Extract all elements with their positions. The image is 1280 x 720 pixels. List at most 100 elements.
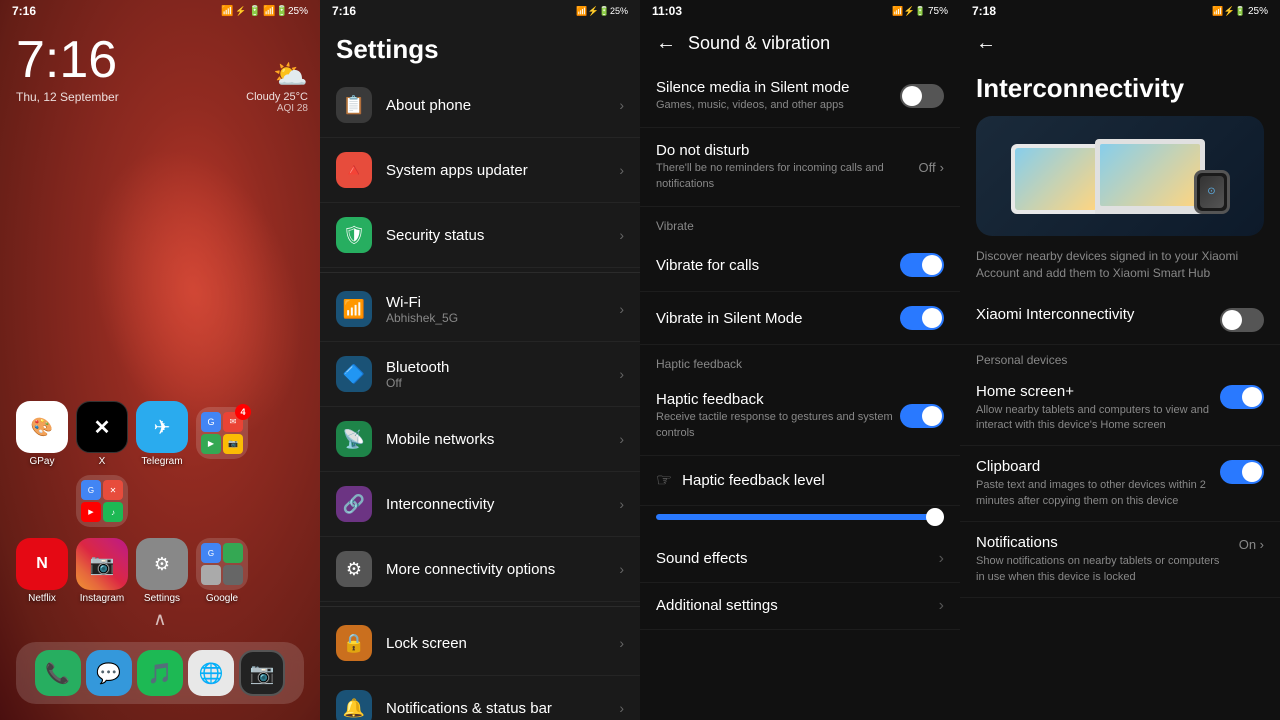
inter-item-homescreen-plus[interactable]: Home screen+ Allow nearby tablets and co…: [960, 371, 1280, 447]
inter-header: ←: [960, 22, 1280, 65]
vibrate-silent-toggle[interactable]: [900, 306, 944, 330]
settings-item-interconnectivity[interactable]: 🔗 Interconnectivity ›: [320, 472, 640, 537]
personal-devices-label: Personal devices: [960, 345, 1280, 371]
app-folder-google[interactable]: 4 G ✉ ▶ 📷: [196, 407, 248, 462]
dock-chrome[interactable]: 🌐: [188, 650, 234, 696]
weather-icon: ⛅: [246, 58, 308, 91]
sound-item-sound-effects[interactable]: Sound effects ›: [640, 536, 960, 583]
sound-effects-arrow: ›: [939, 550, 944, 568]
chevron-up-icon[interactable]: ∧: [153, 609, 166, 630]
sound-battery: 75%: [928, 6, 948, 17]
xiaomi-inter-toggle[interactable]: [1220, 308, 1264, 332]
homescreen-plus-toggle[interactable]: [1220, 385, 1264, 409]
system-apps-chevron: ›: [619, 162, 624, 178]
system-apps-icon: 🔺: [336, 152, 372, 188]
additional-text: Additional settings: [656, 597, 939, 614]
app-settings[interactable]: ⚙ Settings: [136, 538, 188, 604]
haptic-label: Haptic feedback: [656, 391, 900, 408]
app-gpay[interactable]: 🎨 GPay: [16, 401, 68, 467]
app-telegram[interactable]: ✈ Telegram: [136, 401, 188, 467]
vibrate-calls-label: Vibrate for calls: [656, 257, 900, 274]
settings-item-security[interactable]: 🛡 Security status ›: [320, 203, 640, 268]
haptic-level-icon: ☞: [656, 470, 672, 491]
app-row-2: G ✕ ▶ ♪: [76, 475, 304, 530]
sound-item-haptic-level: ☞ Haptic feedback level: [640, 456, 960, 506]
mobile-networks-icon: 📡: [336, 421, 372, 457]
wifi-value: Abhishek_5G: [386, 311, 619, 325]
haptic-slider[interactable]: [656, 514, 944, 520]
app-instagram-label: Instagram: [80, 593, 124, 604]
app-google-folder[interactable]: G Google: [196, 538, 248, 604]
vibrate-silent-text: Vibrate in Silent Mode: [656, 310, 900, 327]
mobile-networks-chevron: ›: [619, 431, 624, 447]
security-chevron: ›: [619, 227, 624, 243]
security-text: Security status: [386, 227, 619, 244]
haptic-slider-container[interactable]: [640, 506, 960, 536]
silence-media-toggle[interactable]: [900, 84, 944, 108]
clipboard-text: Clipboard Paste text and images to other…: [976, 458, 1212, 509]
bluetooth-icon: 🔷: [336, 356, 372, 392]
lock-screen-icon: 🔒: [336, 625, 372, 661]
app-telegram-label: Telegram: [141, 456, 182, 467]
sound-item-dnd[interactable]: Do not disturb There'll be no reminders …: [640, 128, 960, 207]
mobile-networks-label: Mobile networks: [386, 431, 619, 448]
app-grid: 🎨 GPay ✕ X ✈ Telegram 4 G ✉: [0, 393, 320, 620]
app-dock: 📞 💬 🎵 🌐 📷: [16, 642, 304, 704]
homescreen-plus-desc: Allow nearby tablets and computers to vi…: [976, 403, 1212, 434]
aqi-info: AQI 28: [246, 103, 308, 114]
inter-item-xiaomi[interactable]: Xiaomi Interconnectivity: [960, 294, 1280, 345]
dock-spotify[interactable]: 🎵: [137, 650, 183, 696]
settings-item-mobile-networks[interactable]: 📡 Mobile networks ›: [320, 407, 640, 472]
sound-item-additional[interactable]: Additional settings ›: [640, 583, 960, 630]
settings-status-time: 7:16: [332, 4, 356, 18]
sound-effects-label: Sound effects: [656, 550, 939, 567]
inter-item-clipboard[interactable]: Clipboard Paste text and images to other…: [960, 446, 1280, 522]
about-phone-text: About phone: [386, 97, 619, 114]
clipboard-label: Clipboard: [976, 458, 1212, 475]
app-netflix[interactable]: N Netflix: [16, 538, 68, 604]
app-instagram[interactable]: 📷 Instagram: [76, 538, 128, 604]
haptic-desc: Receive tactile response to gestures and…: [656, 410, 900, 441]
dock-phone[interactable]: 📞: [35, 650, 81, 696]
app-settings-label: Settings: [144, 593, 180, 604]
sound-item-haptic[interactable]: Haptic feedback Receive tactile response…: [640, 377, 960, 456]
dock-camera[interactable]: 📷: [239, 650, 285, 696]
inter-notifications-text: Notifications Show notifications on near…: [976, 534, 1231, 585]
settings-panel: 7:16 📶⚡🔋25% Settings 📋 About phone › 🔺 S…: [320, 0, 640, 720]
additional-label: Additional settings: [656, 597, 939, 614]
sound-status-time: 11:03: [652, 4, 682, 18]
sound-item-vibrate-silent[interactable]: Vibrate in Silent Mode: [640, 292, 960, 345]
settings-item-about-phone[interactable]: 📋 About phone ›: [320, 73, 640, 138]
sound-item-vibrate-calls[interactable]: Vibrate for calls: [640, 239, 960, 292]
haptic-toggle[interactable]: [900, 404, 944, 428]
silence-media-text: Silence media in Silent mode Games, musi…: [656, 79, 900, 113]
sound-back-button[interactable]: ←: [656, 32, 676, 55]
sound-panel-title: Sound & vibration: [688, 33, 830, 54]
app-folder2[interactable]: G ✕ ▶ ♪: [76, 475, 128, 530]
security-label: Security status: [386, 227, 619, 244]
laptop-screen: [1100, 144, 1200, 206]
more-connectivity-text: More connectivity options: [386, 561, 619, 578]
settings-item-bluetooth[interactable]: 🔷 Bluetooth Off ›: [320, 342, 640, 407]
settings-item-more-connectivity[interactable]: ⚙ More connectivity options ›: [320, 537, 640, 602]
settings-item-lock-screen[interactable]: 🔒 Lock screen ›: [320, 611, 640, 676]
settings-item-notifications[interactable]: 🔔 Notifications & status bar ›: [320, 676, 640, 720]
clipboard-toggle[interactable]: [1220, 460, 1264, 484]
settings-item-system-apps[interactable]: 🔺 System apps updater ›: [320, 138, 640, 203]
settings-item-wifi[interactable]: 📶 Wi-Fi Abhishek_5G ›: [320, 277, 640, 342]
haptic-text: Haptic feedback Receive tactile response…: [656, 391, 900, 441]
inter-list: Xiaomi Interconnectivity Personal device…: [960, 294, 1280, 720]
dnd-label: Do not disturb: [656, 142, 919, 159]
inter-back-button[interactable]: ←: [976, 32, 996, 55]
sound-item-silence-media[interactable]: Silence media in Silent mode Games, musi…: [640, 65, 960, 128]
about-phone-label: About phone: [386, 97, 619, 114]
app-x[interactable]: ✕ X: [76, 401, 128, 467]
inter-item-notifications[interactable]: Notifications Show notifications on near…: [960, 522, 1280, 598]
inter-illustration: ⊙: [976, 116, 1264, 236]
about-phone-chevron: ›: [619, 97, 624, 113]
bluetooth-label: Bluetooth: [386, 359, 619, 376]
homescreen-plus-label: Home screen+: [976, 383, 1212, 400]
dock-messages[interactable]: 💬: [86, 650, 132, 696]
device-laptop-icon: [1095, 139, 1205, 214]
vibrate-calls-toggle[interactable]: [900, 253, 944, 277]
